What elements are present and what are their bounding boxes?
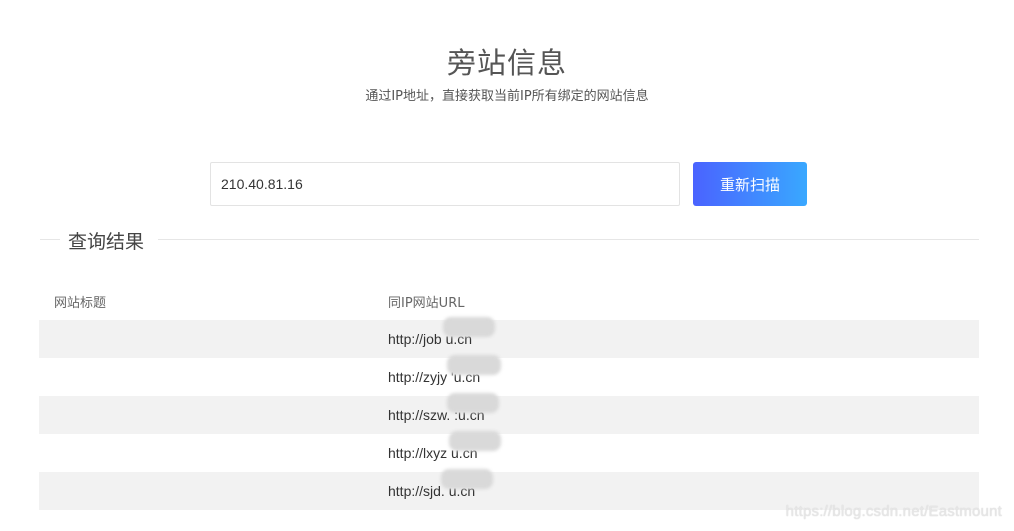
table-row: http://zyjy 'u.cn	[39, 355, 979, 396]
site-title-cell	[39, 320, 373, 358]
site-title-cell	[39, 472, 373, 510]
results-heading: 查询结果	[68, 231, 145, 253]
ip-search-input[interactable]	[210, 162, 680, 206]
site-title-cell	[39, 434, 373, 472]
page-title: 旁站信息	[446, 46, 567, 80]
site-url-cell: http://job u.cn	[373, 317, 979, 358]
site-url-cell: http://zyjy 'u.cn	[373, 355, 979, 396]
column-header-site-title: 网站标题	[39, 282, 373, 320]
results-divider-left	[40, 239, 60, 240]
table-header-row: 网站标题 同IP网站URL	[39, 282, 979, 320]
rescan-button[interactable]: 重新扫描	[693, 162, 807, 206]
redaction-mask	[449, 431, 501, 451]
redaction-mask	[443, 317, 495, 337]
page-subtitle: 通过IP地址，直接获取当前IP所有绑定的网站信息	[365, 89, 649, 104]
results-table: 网站标题 同IP网站URL http://job u.cn http://zyj…	[39, 282, 979, 510]
results-divider-right	[158, 239, 979, 240]
redaction-mask	[441, 469, 493, 489]
table-row: http://szw. :u.cn	[39, 393, 979, 434]
redaction-mask	[447, 393, 499, 413]
site-title-cell	[39, 358, 373, 396]
table-row: http://job u.cn	[39, 317, 979, 358]
watermark-text: https://blog.csdn.net/Eastmount	[785, 503, 1002, 520]
site-title-cell	[39, 396, 373, 434]
column-header-site-url: 同IP网站URL	[373, 282, 979, 320]
redaction-mask	[447, 355, 501, 375]
site-url-cell: http://lxyz u.cn	[373, 431, 979, 472]
table-row: http://lxyz u.cn	[39, 431, 979, 472]
site-url-cell: http://szw. :u.cn	[373, 393, 979, 434]
